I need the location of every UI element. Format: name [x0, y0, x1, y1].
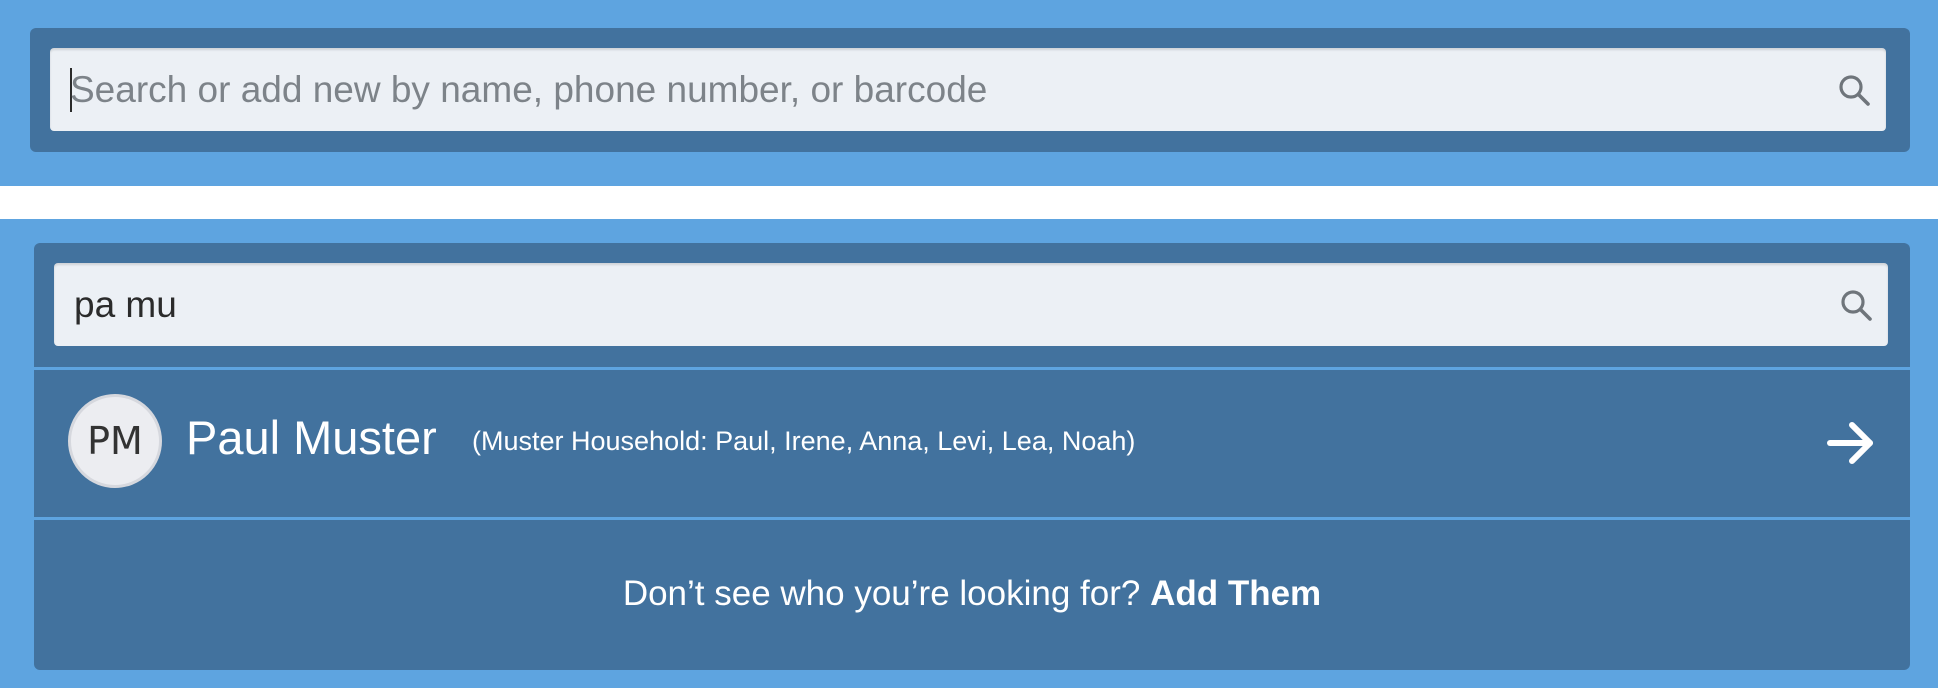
search-container: pa mu [34, 243, 1910, 367]
result-row-paul-muster[interactable]: PM Paul Muster (Muster Household: Paul, … [34, 370, 1910, 517]
add-new-row: Don’t see who you’re looking for? Add Th… [34, 520, 1910, 670]
search-icon[interactable] [1838, 287, 1874, 323]
search-panel-results: pa mu PM Paul Muster (Muster Household: … [0, 219, 1938, 688]
search-value: pa mu [74, 284, 177, 325]
add-new-prompt: Don’t see who you’re looking for? Add Th… [623, 574, 1321, 614]
household-members: (Muster Household: Paul, Irene, Anna, Le… [472, 426, 1136, 456]
search-input[interactable]: pa mu [54, 263, 1888, 346]
arrow-right-icon[interactable] [1826, 418, 1876, 468]
person-name: Paul Muster [186, 411, 437, 464]
search-container: Search or add new by name, phone number,… [30, 28, 1910, 152]
avatar: PM [68, 394, 162, 488]
search-placeholder: Search or add new by name, phone number,… [70, 69, 988, 110]
search-input[interactable]: Search or add new by name, phone number,… [50, 48, 1886, 131]
search-panel-empty: Search or add new by name, phone number,… [0, 0, 1938, 186]
prompt-text: Don’t see who you’re looking for? [622, 574, 1141, 613]
add-them-link[interactable]: Add Them [1150, 574, 1321, 613]
search-icon[interactable] [1836, 72, 1872, 108]
